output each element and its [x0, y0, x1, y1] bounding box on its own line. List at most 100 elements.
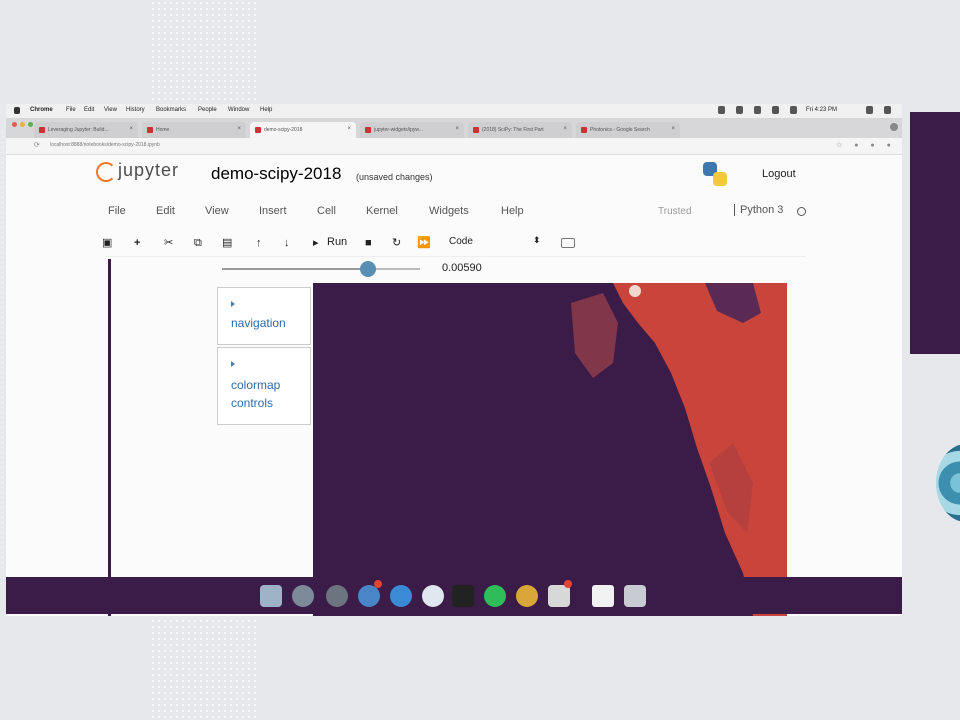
menu-edit[interactable]: Edit [156, 205, 175, 217]
app-store-icon[interactable] [358, 585, 380, 607]
menubar-item-edit[interactable]: Edit [84, 107, 94, 113]
battery-tray-icon[interactable] [790, 106, 797, 114]
paste-icon[interactable]: ▤ [222, 236, 232, 250]
move-up-icon[interactable]: ↑ [256, 236, 262, 250]
slider-fill [222, 268, 368, 270]
trusted-indicator[interactable]: Trusted [658, 206, 692, 217]
tab-title: jupyter-widgets/ipyw... [374, 127, 423, 133]
spotlight-icon[interactable] [866, 106, 873, 114]
tab-close-icon[interactable]: × [671, 126, 675, 132]
notebook-name[interactable]: demo-scipy-2018 [211, 164, 341, 184]
slack-badge [564, 580, 572, 588]
finder-icon[interactable] [260, 585, 282, 607]
system-preferences-icon[interactable] [326, 585, 348, 607]
launchpad-icon[interactable] [292, 585, 314, 607]
browser-tab-strip: Leveraging Jupyter: Build... × Home × demo… [6, 118, 902, 138]
preview-icon[interactable] [422, 585, 444, 607]
restart-run-all-icon[interactable]: ⏩ [417, 236, 431, 250]
run-icon[interactable]: ▸ [313, 236, 319, 250]
menu-insert[interactable]: Insert [259, 205, 287, 217]
menubar-item-bookmarks[interactable]: Bookmarks [156, 107, 186, 113]
terminal-icon[interactable] [452, 585, 474, 607]
browser-url-bar: ⟳ localhost:8888/notebooks/demo-scipy-20… [6, 138, 902, 155]
menubar-item-window[interactable]: Window [228, 107, 249, 113]
restart-icon[interactable]: ↻ [392, 236, 401, 250]
wifi-tray-icon[interactable] [754, 106, 761, 114]
tab-favicon-icon [147, 127, 153, 133]
menubar-app-name[interactable]: Chrome [30, 107, 53, 113]
menubar-clock[interactable]: Fri 4:23 PM [806, 107, 837, 113]
menu-kernel[interactable]: Kernel [366, 205, 398, 217]
insert-cell-icon[interactable]: + [134, 236, 140, 250]
menubar-item-file[interactable]: File [66, 107, 76, 113]
browser-tab-active[interactable]: demo-scipy-2018 × [250, 122, 356, 138]
dropbox-tray-icon[interactable] [736, 106, 743, 114]
select-chevron-icon[interactable]: ⬍ [533, 235, 541, 246]
browser-tab[interactable]: Leveraging Jupyter: Build... × [34, 122, 138, 138]
caret-right-icon [231, 361, 235, 367]
tab-title: demo-scipy-2018 [264, 127, 303, 133]
tab-title: (2018) SciPy: The First Part [482, 127, 544, 133]
slack-icon[interactable] [548, 585, 570, 607]
selected-cell-indicator [108, 259, 111, 616]
menu-cell[interactable]: Cell [317, 205, 336, 217]
macos-dock [6, 577, 902, 614]
menu-file[interactable]: File [108, 205, 126, 217]
run-button[interactable]: Run [327, 236, 347, 248]
slide-decoration-bar [910, 112, 960, 354]
tab-close-icon[interactable]: × [455, 126, 459, 132]
cell-type-select[interactable]: Code [449, 236, 473, 247]
image-plot[interactable] [313, 283, 787, 616]
notification-center-icon[interactable] [884, 106, 891, 114]
save-icon[interactable]: ▣ [102, 236, 112, 250]
accordion-colormap-controls[interactable]: colormap controls [217, 347, 311, 425]
tab-title: Home [156, 127, 170, 133]
slider-handle[interactable] [360, 261, 376, 277]
bluetooth-tray-icon[interactable] [772, 106, 779, 114]
tab-close-icon[interactable]: × [129, 126, 133, 132]
spotify-icon[interactable] [484, 585, 506, 607]
python-logo-icon [703, 162, 727, 186]
caret-right-icon [231, 301, 235, 307]
window-zoom-icon[interactable] [28, 122, 33, 127]
menubar-item-view[interactable]: View [104, 107, 117, 113]
menu-help[interactable]: Help [501, 205, 524, 217]
menubar-item-people[interactable]: People [198, 107, 217, 113]
jupyter-logo-text: jupyter [118, 160, 180, 180]
browser-tab[interactable]: Photonics - Google Search × [576, 122, 680, 138]
menu-view[interactable]: View [205, 205, 229, 217]
browser-tab[interactable]: jupyter-widgets/ipyw... × [360, 122, 464, 138]
cut-icon[interactable]: ✂ [164, 236, 173, 250]
script-editor-icon[interactable] [592, 585, 614, 607]
kernel-name: Python 3 [734, 204, 783, 216]
menubar-item-history[interactable]: History [126, 107, 145, 113]
reload-icon[interactable]: ⟳ [34, 141, 40, 149]
trash-icon[interactable] [624, 585, 646, 607]
tab-favicon-icon [365, 127, 371, 133]
menu-widgets[interactable]: Widgets [429, 205, 469, 217]
tab-close-icon[interactable]: × [237, 126, 241, 132]
browser-extension-icons[interactable]: ☆ ● ● ● [836, 141, 896, 149]
window-minimize-icon[interactable] [20, 122, 25, 127]
accordion-navigation[interactable]: navigation [217, 287, 311, 345]
screen: Chrome File Edit View History Bookmarks … [6, 104, 902, 616]
tab-close-icon[interactable]: × [563, 126, 567, 132]
tab-close-icon[interactable]: × [347, 126, 351, 132]
copy-icon[interactable]: ⧉ [194, 236, 202, 250]
tab-title: Leveraging Jupyter: Build... [48, 127, 109, 133]
keyboard-icon[interactable] [561, 238, 575, 248]
browser-tab[interactable]: (2018) SciPy: The First Part × [468, 122, 572, 138]
interrupt-icon[interactable]: ■ [365, 236, 372, 250]
move-down-icon[interactable]: ↓ [284, 236, 290, 250]
chrome-icon[interactable] [516, 585, 538, 607]
menubar-item-help[interactable]: Help [260, 107, 272, 113]
camera-tray-icon[interactable] [718, 106, 725, 114]
browser-tab[interactable]: Home × [142, 122, 246, 138]
safari-icon[interactable] [390, 585, 412, 607]
profile-avatar[interactable] [890, 123, 898, 131]
app-store-badge [374, 580, 382, 588]
apple-icon[interactable] [14, 107, 20, 114]
window-close-icon[interactable] [12, 122, 17, 127]
logout-button[interactable]: Logout [762, 168, 796, 180]
address-bar[interactable]: localhost:8888/notebooks/demo-scipy-2018… [50, 142, 160, 148]
